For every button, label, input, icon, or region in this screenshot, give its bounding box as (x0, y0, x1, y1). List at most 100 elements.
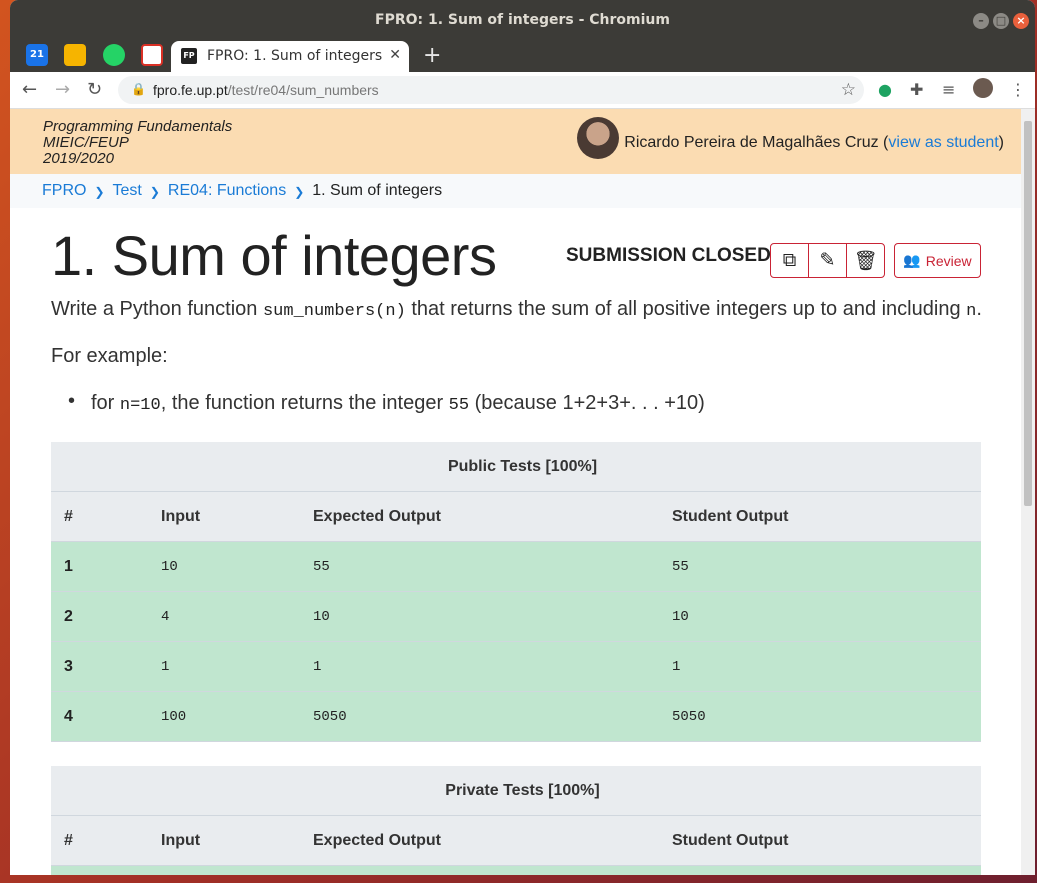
row-student: 10 (659, 591, 981, 642)
public-tests-table: Public Tests [100%] # Input Expected Out… (51, 442, 981, 742)
chevron-right-icon: ❯ (94, 185, 105, 199)
users-icon: 👥 (903, 252, 921, 268)
breadcrumb-re04[interactable]: RE04: Functions (168, 182, 286, 202)
course-year: 2019/2020 (43, 150, 114, 167)
menu-kebab-icon[interactable]: ⋮ (1010, 80, 1026, 99)
col-expected: Expected Output (300, 491, 659, 542)
bullet-text: for (91, 392, 120, 414)
row-input: 10 (148, 541, 300, 592)
col-student: Student Output (659, 491, 981, 542)
course-name: Programming Fundamentals (43, 118, 233, 135)
user-name: Ricardo Pereira de Magalhães Cruz ( (624, 134, 889, 151)
scrollbar-thumb[interactable] (1024, 121, 1032, 506)
row-expected: 5050 (300, 691, 659, 742)
desc-text-mid: that returns the sum of all positive int… (405, 298, 967, 320)
address-bar[interactable]: 🔒 fpro.fe.up.pt/test/re04/sum_numbers ☆ (118, 76, 864, 104)
close-tab-icon[interactable]: ✕ (389, 47, 401, 63)
profile-avatar-icon[interactable] (973, 78, 993, 98)
desc-code: sum_numbers(n) (262, 302, 406, 321)
trash-icon: 🗑 (853, 250, 878, 272)
bookmark-star-icon[interactable]: ☆ (841, 80, 856, 100)
col-number: # (51, 491, 148, 542)
public-tests-title: Public Tests [100%] (51, 442, 981, 492)
back-icon[interactable]: ← (22, 79, 37, 100)
chevron-right-icon: ❯ (149, 185, 160, 199)
reload-icon[interactable]: ↻ (87, 79, 102, 100)
tab-active[interactable]: FP FPRO: 1. Sum of integers ✕ (171, 41, 409, 72)
media-control-icon[interactable]: ≡ (942, 80, 955, 99)
row-number: 3 (51, 641, 148, 692)
row-expected: 10 (300, 591, 659, 642)
review-button[interactable]: 👥 Review (894, 243, 981, 278)
desc-code-n: n (966, 302, 977, 321)
breadcrumb: FPRO ❯ Test ❯ RE04: Functions ❯ 1. Sum o… (10, 174, 1021, 208)
table-row: 1 10 55 55 (51, 541, 981, 592)
row-expected: 55 (300, 541, 659, 592)
row-input: 4 (148, 591, 300, 642)
breadcrumb-current: 1. Sum of integers (312, 182, 443, 199)
course-info: Programming Fundamentals MIEIC/FEUP 2019… (43, 119, 232, 167)
bullet-code-result: 55 (448, 396, 470, 415)
desc-text-end: . (976, 298, 982, 320)
scrollbar[interactable] (1021, 109, 1035, 875)
pencil-icon: ✎ (819, 250, 836, 271)
extensions-puzzle-icon[interactable]: ✚ (910, 80, 923, 99)
forward-icon[interactable]: → (55, 79, 70, 100)
url-host: fpro.fe.up.pt (153, 82, 228, 98)
url-path: /test/re04/sum_numbers (227, 82, 379, 98)
row-number: 2 (51, 591, 148, 642)
keep-tab-icon[interactable] (64, 44, 86, 66)
breadcrumb-test[interactable]: Test (113, 182, 142, 202)
bullet-text-end: (because 1+2+3+. . . +10) (469, 392, 705, 414)
tab-strip: 21 FP FPRO: 1. Sum of integers ✕ + (10, 38, 1035, 72)
user-info: Ricardo Pereira de Magalhães Cruz (view … (577, 117, 1004, 159)
row-number: 1 (51, 541, 148, 592)
example-label: For example: (51, 345, 168, 367)
problem-description: Write a Python function sum_numbers(n) t… (51, 298, 982, 321)
bullet-text-mid: , the function returns the integer (160, 392, 449, 414)
table-row: 2 4 10 10 (51, 591, 981, 642)
review-label: Review (925, 252, 972, 269)
col-input: Input (148, 815, 300, 866)
row-student: 1 (659, 641, 981, 692)
minimize-button[interactable]: – (973, 13, 989, 29)
bullet-code: n=10 (119, 396, 161, 415)
close-window-button[interactable]: × (1013, 13, 1029, 29)
delete-button[interactable]: 🗑 (846, 243, 885, 278)
browser-toolbar: ← → ↻ 🔒 fpro.fe.up.pt/test/re04/sum_numb… (10, 72, 1035, 109)
calendar-tab-icon[interactable]: 21 (26, 44, 48, 66)
avatar (577, 117, 620, 159)
row-expected: 1 (300, 641, 659, 692)
view-as-student-link[interactable]: view as student (888, 134, 998, 152)
new-tab-button[interactable]: + (423, 43, 441, 68)
desc-text: Write a Python function (51, 298, 263, 320)
col-input: Input (148, 491, 300, 542)
table-row (51, 865, 981, 875)
extension-icon[interactable]: ● (878, 80, 892, 99)
window-title: FPRO: 1. Sum of integers - Chromium (375, 12, 670, 28)
user-suffix: ) (998, 134, 1004, 151)
action-button-group: ⧉ ✎ 🗑 (770, 243, 885, 278)
whatsapp-tab-icon[interactable] (103, 44, 125, 66)
url-text: fpro.fe.up.pt/test/re04/sum_numbers (153, 82, 379, 98)
copy-icon: ⧉ (782, 249, 797, 271)
page-title: 1. Sum of integers (51, 224, 497, 287)
breadcrumb-fpro[interactable]: FPRO (42, 182, 86, 202)
private-tests-title: Private Tests [100%] (51, 766, 981, 816)
col-number: # (51, 815, 148, 866)
maximize-button[interactable]: □ (993, 13, 1009, 29)
private-tests-table: Private Tests [100%] # Input Expected Ou… (51, 766, 981, 875)
gmail-tab-icon[interactable] (141, 44, 163, 66)
example-item: for n=10, the function returns the integ… (68, 390, 705, 415)
status-badge: SUBMISSION CLOSED (566, 245, 771, 266)
copy-button[interactable]: ⧉ (770, 243, 809, 278)
fpro-favicon-icon: FP (181, 48, 197, 64)
edit-button[interactable]: ✎ (808, 243, 847, 278)
lock-icon: 🔒 (131, 82, 146, 96)
page-content: Programming Fundamentals MIEIC/FEUP 2019… (10, 109, 1021, 875)
course-program: MIEIC/FEUP (43, 134, 129, 151)
chevron-right-icon: ❯ (294, 185, 305, 199)
row-student: 5050 (659, 691, 981, 742)
course-header: Programming Fundamentals MIEIC/FEUP 2019… (10, 109, 1021, 174)
col-expected: Expected Output (300, 815, 659, 866)
